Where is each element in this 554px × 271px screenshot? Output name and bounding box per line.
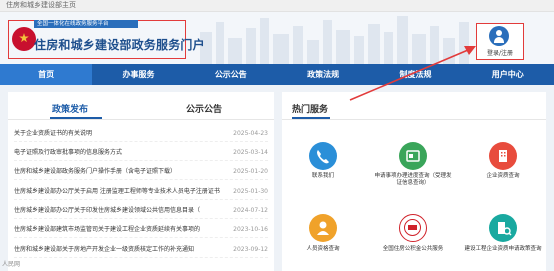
tab-divider — [8, 119, 274, 120]
login-register-label[interactable]: 登录/注册 — [478, 48, 522, 57]
nav-home[interactable]: 首页 — [0, 64, 93, 85]
service-label-company-qualification[interactable]: 企业资质查询 — [463, 173, 543, 180]
news-title[interactable]: 住房和城乡建设部政务服务门户操作手册（含电子证照下载） — [14, 165, 220, 179]
top-bar-text[interactable]: 住房和城乡建设部主页 — [6, 1, 76, 10]
hot-services-divider — [282, 119, 546, 120]
tab-public-notice[interactable]: 公示公告 — [186, 102, 222, 115]
tab-policy-release[interactable]: 政策发布 — [52, 102, 88, 115]
building-icon[interactable] — [489, 142, 517, 170]
news-date: 2025-01-20 — [233, 168, 268, 175]
user-icon[interactable] — [489, 26, 509, 46]
news-date: 2025-01-30 — [233, 188, 268, 195]
service-label-qualification-policy[interactable]: 建设工程企业资质申请政策查询 — [463, 246, 543, 253]
news-item[interactable]: 关于企业资质证书的有关说明 2025-04-23 — [14, 127, 268, 142]
watermark-text: 人民网 — [2, 261, 21, 268]
logo-subtitle: 全国一体化在线政务服务平台 — [34, 20, 138, 28]
news-item[interactable]: 住房城乡建设部建筑市场监管司关于建设工程企业资质延续有关事项的 2023-10-… — [14, 223, 268, 238]
site-title[interactable]: 住房和城乡建设部政务服务门户 — [34, 36, 205, 53]
news-item[interactable]: 住房城乡建设部办公厅关于印发住房城乡建设领域公共信用信息目录（ 2024-07-… — [14, 204, 268, 219]
card-icon[interactable] — [399, 142, 427, 170]
nav-user-center[interactable]: 用户中心 — [462, 64, 554, 85]
news-item[interactable]: 住房和城乡建设部关于房地产开发企业一级资质核定工作的补充通知 2023-09-1… — [14, 243, 268, 258]
news-title[interactable]: 住房城乡建设部办公厅关于启用 注册监理工程师等专业技术人员电子注册证书的通知 — [14, 185, 220, 199]
top-bar — [0, 0, 554, 12]
news-date: 2025-04-23 — [233, 130, 268, 137]
building-search-icon[interactable] — [489, 214, 517, 242]
news-date: 2025-03-14 — [233, 149, 268, 156]
news-item[interactable]: 电子证照及行政审批事项的信息服务方式 2025-03-14 — [14, 146, 268, 161]
service-label-personnel-query[interactable]: 人员资格查询 — [283, 246, 363, 253]
hot-services-title: 热门服务 — [292, 105, 329, 115]
nav-services[interactable]: 办事服务 — [92, 64, 184, 85]
news-title[interactable]: 电子证照及行政审批事项的信息服务方式 — [14, 146, 220, 160]
service-label-contact[interactable]: 联系我们 — [283, 173, 363, 180]
news-date: 2023-09-12 — [233, 246, 268, 253]
news-title[interactable]: 住房和城乡建设部关于房地产开发企业一级资质核定工作的补充通知 — [14, 243, 220, 257]
nav-policies[interactable]: 政策法规 — [277, 64, 369, 85]
fund-seal-icon[interactable] — [399, 214, 427, 242]
phone-icon[interactable] — [309, 142, 337, 170]
nav-announcements[interactable]: 公示公告 — [185, 64, 277, 85]
news-date: 2024-07-12 — [233, 207, 268, 214]
service-label-housing-fund[interactable]: 全国住房公积金公共服务 — [373, 246, 453, 253]
national-emblem-icon — [12, 27, 36, 51]
news-item[interactable]: 住房城乡建设部办公厅关于启用 注册监理工程师等专业技术人员电子注册证书的通知 2… — [14, 185, 268, 200]
news-date: 2023-10-16 — [233, 226, 268, 233]
service-label-progress-query[interactable]: 申请事项办理进度查询（受理发证信息查询） — [373, 173, 453, 187]
news-title[interactable]: 住房城乡建设部建筑市场监管司关于建设工程企业资质延续有关事项的 — [14, 223, 220, 237]
news-item[interactable]: 住房和城乡建设部政务服务门户操作手册（含电子证照下载） 2025-01-20 — [14, 165, 268, 180]
news-title[interactable]: 关于企业资质证书的有关说明 — [14, 127, 220, 141]
person-icon[interactable] — [309, 214, 337, 242]
main-nav: 首页 办事服务 公示公告 政策法规 制度法规 用户中心 — [0, 64, 554, 85]
news-title[interactable]: 住房城乡建设部办公厅关于印发住房城乡建设领域公共信用信息目录（ — [14, 204, 220, 218]
nav-regulations[interactable]: 制度法规 — [369, 64, 461, 85]
